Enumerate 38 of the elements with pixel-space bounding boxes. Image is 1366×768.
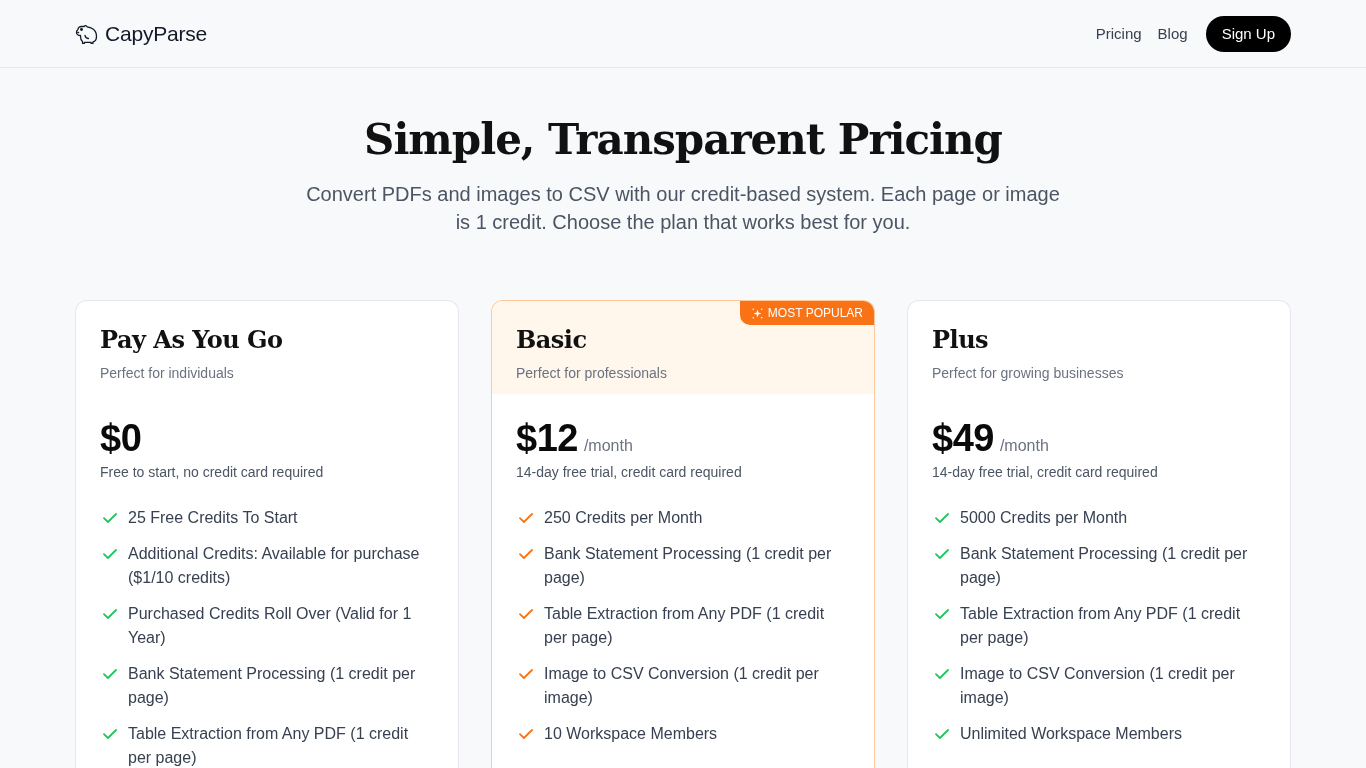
feature-text: Bank Statement Processing (1 credit per page) — [128, 664, 417, 708]
plan-tagline: Perfect for professionals — [516, 364, 668, 383]
plan-tagline: Perfect for individuals — [100, 364, 235, 383]
plan-note: Free to start, no credit card required — [100, 463, 325, 482]
billing-period: /month — [583, 437, 633, 455]
feature-text: Image to CSV Conversion (1 credit per image) — [544, 664, 820, 708]
plan-note: 14-day free trial, credit card required — [932, 463, 1159, 482]
sparkle-icon — [751, 307, 763, 319]
plan-name: Basic — [516, 324, 588, 356]
feature-text: Unlimited Workspace Members — [960, 724, 1182, 744]
plan-name: Plus — [932, 324, 990, 356]
feature-text: Table Extraction from Any PDF (1 credit per page) — [960, 604, 1242, 648]
badge-label: MOST POPULAR — [767, 306, 863, 320]
page-title: Simple, Transparent Pricing — [364, 114, 1002, 166]
feature-text: Table Extraction from Any PDF (1 credit per page) — [544, 604, 826, 648]
feature-text: 5000 Credits per Month — [960, 508, 1128, 528]
capybara-icon — [75, 23, 98, 44]
plan-price: $12 — [516, 416, 578, 460]
feature-text: Bank Statement Processing (1 credit per page) — [544, 544, 833, 588]
feature-text: Purchased Credits Roll Over (Valid for 1 Year) — [128, 604, 413, 648]
feature-text: 10 Workspace Members — [544, 724, 718, 744]
plan-price: $49 — [932, 416, 994, 460]
feature-text: 250 Credits per Month — [544, 508, 703, 528]
sign-up-button[interactable]: Sign Up — [1205, 15, 1291, 52]
nav-link[interactable]: Pricing — [1095, 25, 1142, 42]
feature-text: Additional Credits: Available for purchase ($1/10 credits) — [128, 544, 421, 588]
feature-text: Image to CSV Conversion (1 credit per image) — [960, 664, 1236, 708]
page-subtitle: Convert PDFs and images to CSV with our credit-based system. Each page or image is 1 credit. Choose the plan that works best for you. — [305, 182, 1061, 235]
plan-name: Pay As You Go — [100, 324, 284, 356]
feature-text: Table Extraction from Any PDF (1 credit per page) — [128, 724, 410, 768]
feature-text: Bank Statement Processing (1 credit per page) — [960, 544, 1249, 588]
brand-name[interactable]: CapyParse — [105, 21, 208, 46]
feature-text: 25 Free Credits To Start — [128, 508, 298, 528]
nav-link[interactable]: Blog — [1157, 25, 1188, 42]
plan-price: $0 — [100, 416, 142, 460]
plan-note: 14-day free trial, credit card required — [516, 463, 743, 482]
billing-period: /month — [999, 437, 1049, 455]
plan-tagline: Perfect for growing businesses — [932, 364, 1125, 383]
